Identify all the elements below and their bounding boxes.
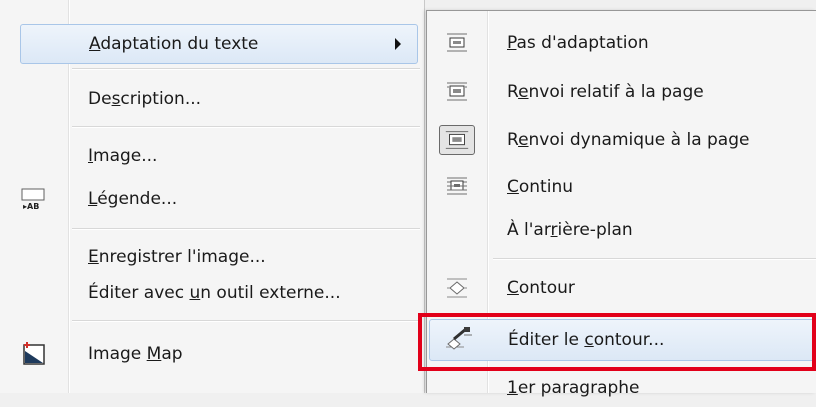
menu-separator [493, 258, 816, 260]
submenu-item-label: 1er paragraphe [507, 378, 640, 398]
menu-item-label: Enregistrer l'image... [88, 247, 266, 267]
menu-item-label: Adaptation du texte [89, 34, 259, 54]
submenu-item-background[interactable]: À l'arrière-plan [427, 211, 816, 249]
caption-icon: ▸AB [21, 188, 45, 211]
submenu-item-dynamic-wrap[interactable]: Renvoi dynamique à la page [427, 121, 816, 159]
submenu-item-label: Renvoi dynamique à la page [507, 130, 750, 150]
menu-separator [72, 228, 420, 230]
submenu-item-label: Contour [507, 278, 575, 298]
submenu-item-first-paragraph[interactable]: 1er paragraphe [427, 369, 816, 407]
menu-item-label: Description... [88, 89, 202, 109]
menu-item-label: Éditer avec un outil externe... [88, 283, 341, 303]
menu-item-caption[interactable]: ▸AB Légende... [0, 180, 424, 218]
submenu-item-label: Renvoi relatif à la page [507, 82, 704, 102]
submenu-item-no-wrap[interactable]: Pas d'adaptation [427, 24, 816, 62]
wrap-through-icon [447, 177, 467, 195]
submenu-item-label: Pas d'adaptation [507, 33, 649, 53]
context-menu: Adaptation du texte Description... Image… [0, 0, 425, 393]
contour-icon [447, 278, 467, 298]
annotation-highlight-box [418, 313, 816, 371]
submenu-item-label: À l'arrière-plan [507, 220, 633, 240]
menu-separator [72, 68, 420, 70]
menu-item-text-wrap[interactable]: Adaptation du texte [20, 24, 418, 64]
image-map-icon [23, 342, 45, 365]
menu-item-image-map[interactable]: Image Map [0, 335, 424, 373]
submenu-item-page-wrap[interactable]: Renvoi relatif à la page [427, 73, 816, 111]
wrap-dynamic-icon [439, 125, 475, 155]
menu-separator [72, 320, 420, 322]
wrap-none-icon [447, 33, 467, 52]
menu-item-label: Image Map [88, 344, 183, 364]
submenu-item-contour[interactable]: Contour [427, 269, 816, 307]
svg-text:▸AB: ▸AB [23, 202, 39, 211]
menu-item-save-image[interactable]: Enregistrer l'image... [0, 238, 424, 276]
submenu-arrow-icon [395, 38, 401, 50]
menu-item-description[interactable]: Description... [0, 80, 424, 118]
menu-item-edit-external[interactable]: Éditer avec un outil externe... [0, 274, 424, 312]
menu-item-label: Légende... [88, 189, 178, 209]
menu-item-image[interactable]: Image... [0, 137, 424, 175]
menu-item-label: Image... [88, 146, 158, 166]
wrap-page-icon [447, 82, 467, 101]
menu-separator [72, 126, 420, 128]
submenu-item-label: Continu [507, 177, 573, 197]
submenu-item-continuous[interactable]: Continu [427, 168, 816, 206]
